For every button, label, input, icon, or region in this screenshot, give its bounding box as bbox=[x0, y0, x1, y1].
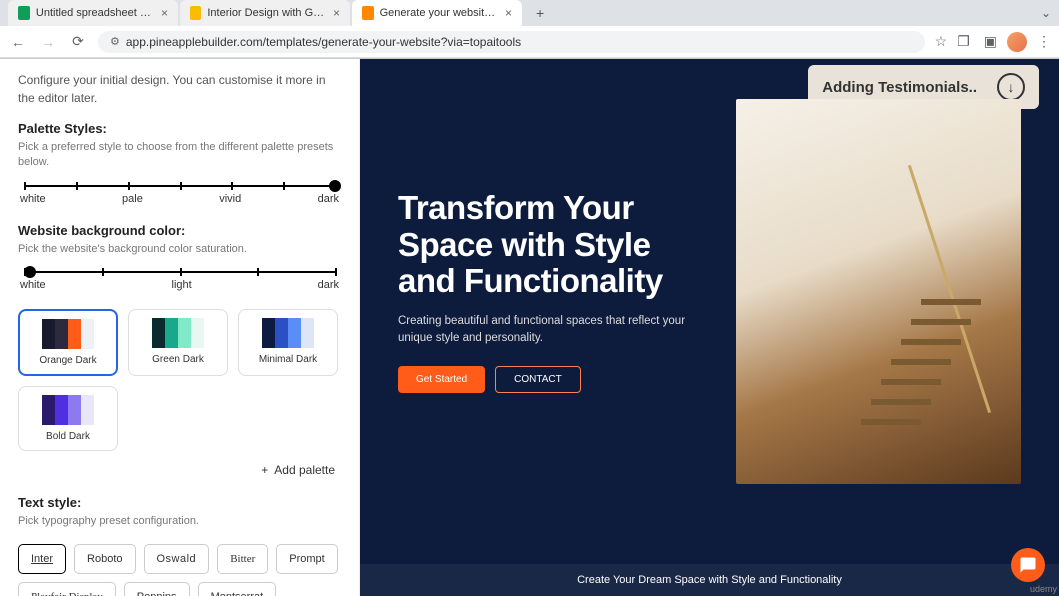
toolbar-icons: ☆ ❐ ▣ ⋮ bbox=[935, 32, 1051, 52]
text-style-title: Text style: bbox=[18, 495, 341, 510]
url-bar[interactable]: ⚙ app.pineapplebuilder.com/templates/gen… bbox=[98, 31, 925, 53]
font-option[interactable]: Roboto bbox=[74, 544, 135, 574]
palette-slider-thumb[interactable] bbox=[329, 180, 341, 192]
font-option[interactable]: Inter bbox=[18, 544, 66, 574]
close-icon[interactable]: × bbox=[161, 6, 168, 20]
new-tab-button[interactable]: + bbox=[530, 5, 550, 21]
site-info-icon[interactable]: ⚙ bbox=[110, 35, 120, 48]
browser-tab[interactable]: Generate your website | Pine × bbox=[352, 0, 522, 26]
udemy-badge: udemy bbox=[1030, 584, 1057, 594]
favicon bbox=[18, 6, 30, 20]
font-option[interactable]: Oswald bbox=[144, 544, 210, 574]
favicon bbox=[190, 6, 201, 20]
close-icon[interactable]: × bbox=[505, 6, 512, 20]
palette-grid: Orange Dark Green Dark Minimal Dark Bold Da… bbox=[18, 309, 341, 451]
font-grid: Inter Roboto OswaldBitter Prompt Playfair Di… bbox=[18, 544, 341, 596]
browser-toolbar: ← → ⟳ ⚙ app.pineapplebuilder.com/templat… bbox=[0, 26, 1059, 58]
font-option[interactable]: Montserrat bbox=[198, 582, 277, 596]
tab-title: Interior Design with Generativ bbox=[207, 7, 325, 19]
arrow-down-icon[interactable]: ↓ bbox=[997, 73, 1025, 101]
font-option[interactable]: Bitter bbox=[217, 544, 268, 574]
browser-tab[interactable]: Untitled spreadsheet - Goog × bbox=[8, 0, 178, 26]
palette-swatch bbox=[27, 395, 109, 425]
palette-card[interactable]: Green Dark bbox=[128, 309, 228, 376]
font-option[interactable]: Playfair Display bbox=[18, 582, 116, 596]
palette-slider-labels: white pale vivid dark bbox=[18, 193, 341, 205]
hero-buttons: Get Started CONTACT bbox=[398, 366, 706, 393]
bg-title: Website background color: bbox=[18, 223, 341, 238]
back-button[interactable]: ← bbox=[8, 34, 28, 50]
star-icon[interactable]: ☆ bbox=[935, 33, 948, 50]
hero-subtitle: Creating beautiful and functional spaces… bbox=[398, 313, 688, 348]
hero-text: Transform Your Space with Style and Func… bbox=[398, 190, 706, 392]
url-text: app.pineapplebuilder.com/templates/gener… bbox=[126, 35, 521, 49]
menu-icon[interactable]: ⋮ bbox=[1037, 33, 1051, 50]
preview-footer-bar: Create Your Dream Space with Style and F… bbox=[360, 564, 1059, 596]
main-layout: Configure your initial design. You can c… bbox=[0, 59, 1059, 596]
preview-hero: Transform Your Space with Style and Func… bbox=[360, 59, 1059, 524]
get-started-button[interactable]: Get Started bbox=[398, 366, 485, 393]
palette-desc: Pick a preferred style to choose from th… bbox=[18, 140, 341, 171]
hero-image bbox=[736, 99, 1021, 484]
font-option[interactable]: Poppins bbox=[124, 582, 190, 596]
palette-card[interactable]: Bold Dark bbox=[18, 386, 118, 451]
bg-slider[interactable] bbox=[24, 271, 335, 273]
hero-title: Transform Your Space with Style and Func… bbox=[398, 190, 706, 299]
contact-button[interactable]: CONTACT bbox=[495, 366, 581, 393]
palette-label: Minimal Dark bbox=[247, 354, 329, 365]
tabs-overflow-icon[interactable]: ⌄ bbox=[1041, 6, 1051, 20]
palette-label: Orange Dark bbox=[28, 355, 108, 366]
config-sidebar: Configure your initial design. You can c… bbox=[0, 59, 360, 596]
chat-icon[interactable] bbox=[1011, 548, 1045, 582]
forward-button[interactable]: → bbox=[38, 34, 58, 50]
palette-card[interactable]: Minimal Dark bbox=[238, 309, 338, 376]
intro-text: Configure your initial design. You can c… bbox=[18, 71, 341, 107]
tab-title: Generate your website | Pine bbox=[380, 7, 497, 19]
extensions-icon[interactable]: ❐ bbox=[957, 33, 970, 50]
avatar[interactable] bbox=[1007, 32, 1027, 52]
palette-label: Green Dark bbox=[137, 354, 219, 365]
browser-chrome: Untitled spreadsheet - Goog×Interior Des… bbox=[0, 0, 1059, 59]
close-icon[interactable]: × bbox=[333, 6, 340, 20]
preview-pane: Adding Testimonials.. ↓ Transform Your S… bbox=[360, 59, 1059, 596]
bg-desc: Pick the website's background color satu… bbox=[18, 242, 341, 257]
reload-button[interactable]: ⟳ bbox=[68, 33, 88, 50]
tabs-row: Untitled spreadsheet - Goog×Interior Des… bbox=[0, 0, 1059, 26]
palette-swatch bbox=[28, 319, 108, 349]
text-style-desc: Pick typography preset configuration. bbox=[18, 514, 341, 529]
palette-card[interactable]: Orange Dark bbox=[18, 309, 118, 376]
add-palette-button[interactable]: + Add palette bbox=[18, 463, 341, 477]
palette-title: Palette Styles: bbox=[18, 121, 341, 136]
palette-slider[interactable] bbox=[24, 185, 335, 187]
plus-icon: + bbox=[261, 463, 268, 477]
bg-slider-thumb[interactable] bbox=[24, 266, 36, 278]
palette-swatch bbox=[137, 318, 219, 348]
palette-swatch bbox=[247, 318, 329, 348]
font-option[interactable]: Prompt bbox=[276, 544, 337, 574]
bg-slider-labels: white light dark bbox=[18, 279, 341, 291]
tab-title: Untitled spreadsheet - Goog bbox=[36, 7, 153, 19]
sidepanel-icon[interactable]: ▣ bbox=[984, 33, 997, 50]
favicon bbox=[362, 6, 374, 20]
palette-label: Bold Dark bbox=[27, 431, 109, 442]
browser-tab[interactable]: Interior Design with Generativ × bbox=[180, 0, 350, 26]
